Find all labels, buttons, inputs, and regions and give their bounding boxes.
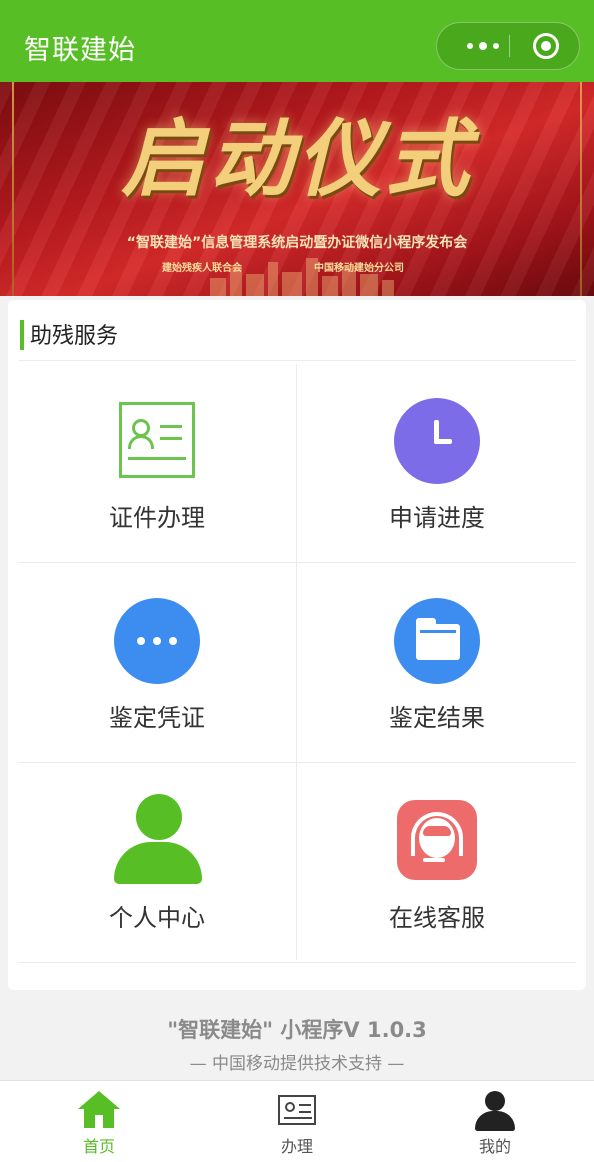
- folder-icon: [394, 598, 480, 684]
- banner-org-right: 中国移动建始分公司: [314, 263, 404, 274]
- capsule-divider: [509, 35, 510, 57]
- service-label: 证件办理: [109, 504, 205, 532]
- divider: [18, 360, 576, 361]
- tab-process[interactable]: 办理: [198, 1081, 396, 1162]
- section-accent-bar: [20, 320, 24, 350]
- id-card-icon: [119, 402, 195, 478]
- service-personal-center[interactable]: 个人中心: [18, 764, 296, 962]
- tab-mine[interactable]: 我的: [396, 1081, 594, 1162]
- grid-divider: [18, 962, 576, 963]
- banner-image[interactable]: 启动仪式 “智联建始”信息管理系统启动暨办证微信小程序发布会 建始残疾人联合会 …: [0, 82, 594, 296]
- version-text: "智联建始" 小程序V 1.0.3: [167, 1018, 427, 1042]
- person-icon: [474, 1091, 516, 1131]
- tab-bar: 首页 办理 我的: [0, 1080, 594, 1162]
- app-title: 智联建始: [24, 35, 136, 66]
- service-id-card[interactable]: 证件办理: [18, 364, 296, 562]
- service-label: 在线客服: [389, 904, 485, 932]
- person-icon: [110, 794, 206, 886]
- service-certificate[interactable]: 鉴定凭证: [18, 564, 296, 762]
- mini-program-capsule: [436, 22, 580, 70]
- service-card: 助残服务 证件办理 申请进度 鉴定凭证 鉴定结果 个人中心 在线客服: [8, 300, 586, 990]
- more-menu-icon[interactable]: [457, 23, 509, 69]
- service-label: 鉴定凭证: [109, 704, 205, 732]
- tab-label: 我的: [478, 1137, 511, 1156]
- close-target-icon[interactable]: [533, 33, 559, 59]
- banner-subtitle: “智联建始”信息管理系统启动暨办证微信小程序发布会: [126, 235, 468, 251]
- service-label: 申请进度: [389, 504, 485, 532]
- tab-label: 办理: [280, 1137, 313, 1156]
- support-text: — 中国移动提供技术支持 —: [189, 1054, 405, 1074]
- tab-home[interactable]: 首页: [0, 1081, 198, 1162]
- home-icon: [78, 1091, 120, 1129]
- service-label: 鉴定结果: [389, 704, 485, 732]
- section-title: 助残服务: [30, 324, 119, 349]
- service-result[interactable]: 鉴定结果: [298, 564, 576, 762]
- grid-divider-vertical: [296, 364, 297, 960]
- nav-header: 智联建始: [0, 0, 594, 82]
- service-online-support[interactable]: 在线客服: [298, 764, 576, 962]
- grid-divider: [18, 562, 576, 563]
- banner-headline: 启动仪式: [120, 109, 473, 208]
- banner-org-left: 建始残疾人联合会: [162, 263, 242, 274]
- service-progress[interactable]: 申请进度: [298, 364, 576, 562]
- service-label: 个人中心: [109, 904, 205, 932]
- clock-icon: [394, 398, 480, 484]
- grid-divider: [18, 762, 576, 763]
- id-card-icon: [276, 1091, 318, 1129]
- chat-dots-icon: [114, 598, 200, 684]
- customer-service-icon: [397, 800, 477, 880]
- tab-label: 首页: [82, 1137, 115, 1156]
